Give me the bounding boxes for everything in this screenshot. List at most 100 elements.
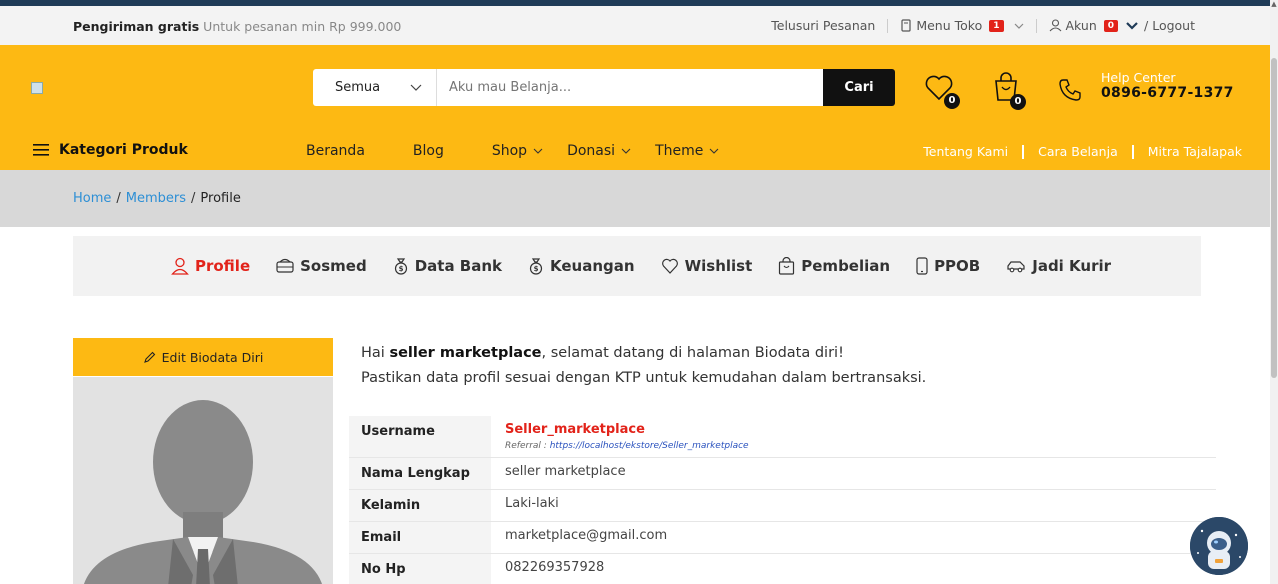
full-name-label: Nama Lengkap [349, 457, 491, 490]
avatar [73, 377, 333, 584]
breadcrumb-separator: / [191, 191, 196, 206]
logout-link[interactable]: / Logout [1144, 18, 1195, 33]
store-menu-label: Menu Toko [916, 18, 983, 33]
tab-keuangan[interactable]: $ Keuangan [528, 257, 635, 275]
track-order-link[interactable]: Telusuri Pesanan [771, 18, 875, 33]
tab-ppob[interactable]: PPOB [916, 257, 980, 275]
car-icon [1007, 261, 1025, 273]
scroll-up-icon[interactable]: ▲ [1270, 0, 1278, 12]
site-logo[interactable] [31, 82, 43, 94]
promo-text: Untuk pesanan min Rp 999.000 [203, 19, 402, 34]
tab-ppob-label: PPOB [934, 257, 981, 275]
tab-wishlist-label: Wishlist [684, 257, 753, 275]
main-header: Semua Cari 0 0 Help Center 0896-6777-137… [0, 45, 1270, 131]
divider [1131, 144, 1134, 159]
greeting-suffix: , selamat datang di halaman Biodata diri… [541, 345, 844, 361]
chat-assistant-button[interactable] [1190, 517, 1248, 575]
tab-profile-label: Profile [194, 257, 251, 275]
svg-text:$: $ [534, 265, 539, 273]
search-input[interactable] [437, 69, 823, 106]
user-icon [1049, 19, 1061, 32]
search-category-value: Semua [335, 80, 381, 95]
tab-keuangan-label: Keuangan [550, 257, 635, 275]
welcome-message: Hai seller marketplace, selamat datang d… [361, 341, 926, 391]
store-badge: 1 [989, 19, 1004, 32]
tab-pembelian-label: Pembelian [801, 257, 891, 275]
help-center-title: Help Center [1101, 70, 1176, 85]
breadcrumb-members[interactable]: Members [126, 191, 186, 206]
nav-donation[interactable]: Donasi [567, 143, 631, 159]
referral-label: Referral : [505, 441, 547, 451]
chevron-down-icon [709, 148, 719, 154]
tab-sosmed[interactable]: Sosmed [276, 257, 367, 275]
nav-theme-label: Theme [655, 143, 704, 159]
breadcrumb-home[interactable]: Home [73, 191, 111, 206]
money-bag-icon: $ [394, 258, 407, 275]
table-row: Email marketplace@gmail.com [349, 521, 1216, 554]
table-row: Kelamin Laki-laki [349, 489, 1216, 522]
table-row: Username Seller_marketplace Referral : h… [349, 416, 1216, 458]
chevron-down-icon [533, 148, 543, 154]
nav-home[interactable]: Beranda [306, 143, 365, 159]
mobile-phone-icon [916, 257, 928, 275]
tab-jadi-kurir[interactable]: Jadi Kurir [1006, 257, 1111, 275]
table-row: No Hp 082269357928 [349, 553, 1216, 584]
scrollbar-thumb[interactable] [1271, 58, 1277, 378]
cart-button[interactable]: 0 [992, 72, 1026, 110]
referral-link[interactable]: https://localhost/ekstore/Seller_marketp… [550, 441, 749, 451]
nav-about-link[interactable]: Tentang Kami [923, 144, 1008, 159]
pencil-icon [143, 351, 155, 363]
tab-jadi-kurir-label: Jadi Kurir [1032, 257, 1112, 275]
store-menu-link[interactable]: Menu Toko 1 [900, 18, 1023, 33]
chevron-down-icon [1126, 22, 1138, 30]
svg-text:$: $ [398, 265, 403, 273]
chevron-down-icon [410, 84, 422, 91]
store-icon [901, 19, 911, 32]
account-label: Akun [1065, 18, 1097, 33]
secondary-nav: Tentang Kami Cara Belanja Mitra Tajalapa… [923, 144, 1242, 159]
search-category-select[interactable]: Semua [313, 69, 437, 106]
nav-bar: Kategori Produk Beranda Blog Shop Donasi… [0, 131, 1270, 170]
full-name-value: seller marketplace [491, 457, 1216, 490]
nav-donation-label: Donasi [567, 143, 616, 159]
search-button[interactable]: Cari [823, 69, 895, 106]
email-value: marketplace@gmail.com [491, 521, 1216, 554]
heart-icon [661, 258, 678, 274]
breadcrumb-separator: / [116, 191, 121, 206]
nav-partner-link[interactable]: Mitra Tajalapak [1148, 144, 1242, 159]
top-bar: Pengiriman gratis Untuk pesanan min Rp 9… [0, 6, 1270, 45]
profile-tabs: Profile Sosmed $ Data Bank $ Keuangan Wi… [73, 236, 1201, 296]
edit-biodata-button[interactable]: Edit Biodata Diri [73, 338, 333, 376]
user-icon [171, 257, 189, 275]
email-label: Email [349, 521, 491, 554]
page-scrollbar[interactable]: ▲ [1270, 0, 1278, 584]
account-menu[interactable]: Akun 0 [1049, 18, 1139, 33]
tab-data-bank[interactable]: $ Data Bank [393, 257, 502, 275]
gender-value: Laki-laki [491, 489, 1216, 522]
nav-blog[interactable]: Blog [413, 143, 444, 159]
wishlist-button[interactable]: 0 [924, 75, 960, 109]
tab-profile[interactable]: Profile [171, 257, 250, 275]
nav-how-to-shop-link[interactable]: Cara Belanja [1038, 144, 1118, 159]
table-row: Nama Lengkap seller marketplace [349, 457, 1216, 490]
nav-theme[interactable]: Theme [655, 143, 719, 159]
phone-icon-wrap [1058, 78, 1082, 106]
account-badge: 0 [1103, 19, 1119, 32]
user-silhouette-icon [84, 400, 322, 584]
astronaut-icon [1190, 517, 1248, 575]
tab-wishlist[interactable]: Wishlist [661, 257, 753, 275]
help-center[interactable]: Help Center 0896-6777-1377 [1101, 70, 1234, 102]
divider [887, 18, 889, 33]
category-menu-button[interactable]: Kategori Produk [33, 142, 188, 158]
greeting-name: seller marketplace [389, 345, 542, 361]
nav-shop[interactable]: Shop [492, 143, 543, 159]
category-menu-label: Kategori Produk [59, 142, 188, 158]
breadcrumb: Home / Members / Profile [0, 170, 1270, 227]
promo-bold: Pengiriman gratis [73, 19, 200, 34]
help-center-phone: 0896-6777-1377 [1101, 85, 1234, 101]
tab-pembelian[interactable]: Pembelian [778, 257, 890, 275]
cart-count-badge: 0 [1010, 94, 1026, 110]
chevron-down-icon [1014, 23, 1023, 29]
biodata-table: Username Seller_marketplace Referral : h… [349, 416, 1216, 584]
shopping-bag-icon [779, 257, 795, 275]
